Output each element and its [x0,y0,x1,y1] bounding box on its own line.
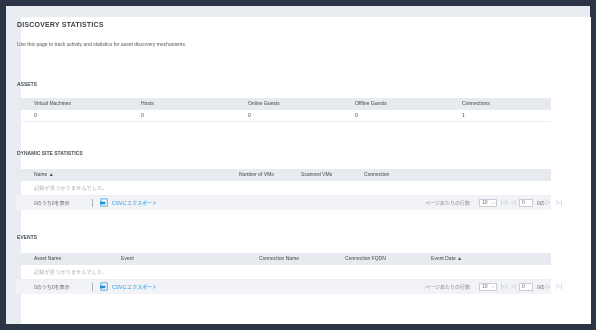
table-row: 0 0 0 0 1 [16,110,551,122]
dynamic-site-header-row: Name ▲ Number of VMs Scanned VMs Connect… [16,169,551,181]
dynamic-site-heading: DYNAMIC SITE STATISTICS [17,151,83,157]
events-header-row: Asset Name Event Connection Name Connect… [16,253,551,265]
assets-header-row: Virtual Machines Hosts Online Guests Off… [16,98,551,110]
empty-row: 記録が見つかりませんでした。 [16,265,551,280]
assets-heading: ASSETS [17,82,38,88]
last-page-icon[interactable]: ▷| [556,283,562,290]
offline-guests-value: 0 [355,113,358,119]
assets-table: Virtual Machines Hosts Online Guests Off… [16,98,551,122]
column-offline-guests: Offline Guests [355,101,387,107]
dynamic-site-table: Name ▲ Number of VMs Scanned VMs Connect… [16,169,562,210]
column-online-guests: Online Guests [248,101,280,107]
record-count: 0のうち0を表示 [34,285,70,291]
rows-per-page-select[interactable]: 10 ⌵ [479,283,497,291]
column-scanned-vms[interactable]: Scanned VMs [301,172,332,178]
rows-per-page-label: ページあたりの行数: [425,285,472,291]
column-connection-name[interactable]: Connection Name [259,256,299,262]
page-description: Use this page to track activity and stat… [17,42,187,48]
dynamic-site-pager: 0のうち0を表示 CSVにエクスポート ページあたりの行数: 10 ⌵ |◁ ◁ … [16,196,562,210]
column-connections: Connections [462,101,490,107]
page-number-input[interactable]: 0 [519,199,533,207]
column-event[interactable]: Event [121,256,134,262]
virtual-machines-value: 0 [34,113,37,119]
csv-export-icon[interactable] [100,282,109,291]
column-connection-fqdn[interactable]: Connection FQDN [345,256,386,262]
page-number-input[interactable]: 0 [519,283,533,291]
page-of-label: 0の [537,285,545,291]
connections-value: 1 [462,113,465,119]
events-pager: 0のうち0を表示 CSVにエクスポート ページあたりの行数: 10 ⌵ |◁ ◁ … [16,280,562,294]
next-page-icon[interactable]: ▷ [546,199,551,206]
column-number-of-vms[interactable]: Number of VMs [239,172,274,178]
chevron-down-icon: ⌵ [491,200,495,206]
empty-message: 記録が見つかりませんでした。 [34,186,108,192]
empty-row: 記録が見つかりませんでした。 [16,181,551,196]
last-page-icon[interactable]: ▷| [556,199,562,206]
first-page-icon[interactable]: |◁ [501,199,507,206]
chevron-down-icon: ⌵ [491,284,495,290]
record-count: 0のうち0を表示 [34,201,70,207]
column-event-date-sort[interactable]: Event Date ▲ [431,256,462,262]
rows-per-page-label: ページあたりの行数: [425,201,472,207]
first-page-icon[interactable]: |◁ [501,283,507,290]
prev-page-icon[interactable]: ◁ [511,283,516,290]
column-connection[interactable]: Connection [364,172,389,178]
column-name-sort[interactable]: Name ▲ [34,172,54,178]
rows-per-page-select[interactable]: 10 ⌵ [479,199,497,207]
page-of-label: 0の [537,201,545,207]
page-title: DISCOVERY STATISTICS [17,22,104,29]
csv-export-icon[interactable] [100,198,109,207]
column-asset-name[interactable]: Asset Name [34,256,61,262]
export-csv-link[interactable]: CSVにエクスポート [112,284,157,291]
prev-page-icon[interactable]: ◁ [511,199,516,206]
column-hosts: Hosts [141,101,154,107]
events-table: Asset Name Event Connection Name Connect… [16,253,562,294]
empty-message: 記録が見つかりませんでした。 [34,270,108,276]
column-virtual-machines: Virtual Machines [34,101,71,107]
hosts-value: 0 [141,113,144,119]
pager-divider [92,283,93,291]
export-csv-link[interactable]: CSVにエクスポート [112,200,157,207]
pager-divider [92,199,93,207]
online-guests-value: 0 [248,113,251,119]
next-page-icon[interactable]: ▷ [546,283,551,290]
events-heading: EVENTS [17,235,38,241]
